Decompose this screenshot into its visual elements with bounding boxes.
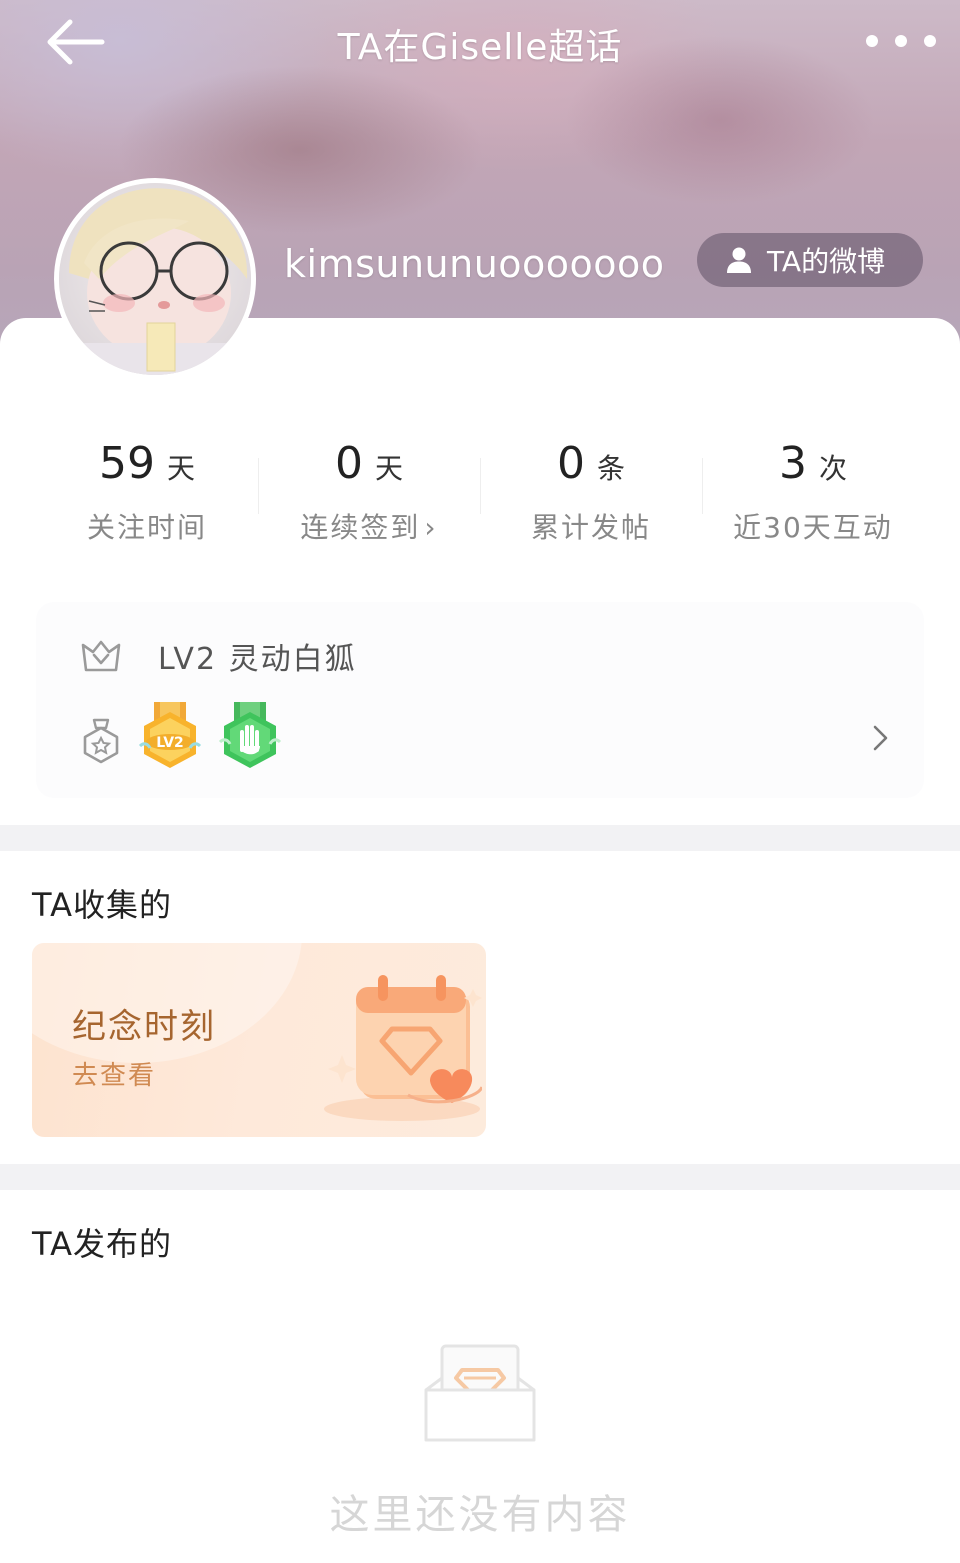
- section-divider: [0, 1164, 960, 1190]
- page-title: TA在Giselle超话: [337, 27, 623, 68]
- crown-level-icon: [81, 640, 121, 672]
- stat-interactions-30d: 3次 近30天互动: [702, 436, 924, 548]
- arrow-left-icon: [47, 19, 105, 65]
- ta-weibo-button[interactable]: TA的微博: [697, 233, 923, 287]
- posted-section-title: TA发布的: [32, 1225, 172, 1263]
- lv2-badge[interactable]: LV2: [138, 702, 202, 778]
- stat-follow-time: 59 天 关注时间: [36, 436, 258, 548]
- stat-checkin-streak[interactable]: 0天 连续签到 ›: [258, 436, 480, 548]
- memory-card-title: 纪念时刻: [72, 1007, 216, 1047]
- stat-label: 连续签到: [300, 511, 421, 544]
- hand-badge[interactable]: [218, 702, 282, 778]
- avatar[interactable]: [54, 178, 256, 380]
- badge-row: LV2: [80, 702, 282, 778]
- memory-card-link[interactable]: 去查看: [72, 1055, 156, 1092]
- level-badges-panel[interactable]: LV2 灵动白狐 LV2: [36, 602, 924, 798]
- top-bar: TA在Giselle超话: [0, 0, 960, 88]
- stat-label: 累计发帖: [530, 511, 651, 544]
- profile-card: 59 天 关注时间 0天 连续签到 › 0条 累计发帖 3次 近30天互动 LV2 …: [0, 318, 960, 825]
- stat-label: 近30天互动: [733, 511, 893, 544]
- stat-label: 关注时间: [86, 511, 207, 544]
- calendar-gift-icon: [324, 975, 482, 1121]
- svg-text:LV2: LV2: [156, 735, 184, 751]
- back-button[interactable]: [40, 14, 112, 70]
- chevron-right-icon[interactable]: [872, 724, 890, 752]
- memory-moments-card[interactable]: 纪念时刻 去查看: [32, 943, 486, 1137]
- ta-weibo-label: TA的微博: [767, 245, 886, 278]
- empty-box-icon: [424, 1344, 536, 1442]
- level-row: LV2 灵动白狐: [80, 634, 357, 678]
- empty-state-text: 这里还没有内容: [329, 1492, 631, 1538]
- medal-icon: [83, 718, 119, 764]
- chevron-right-icon: ›: [424, 511, 438, 544]
- username: kimsununuooooooo: [284, 242, 665, 286]
- section-divider: [0, 825, 960, 851]
- avatar-photo: [59, 183, 251, 375]
- stats-row: 59 天 关注时间 0天 连续签到 › 0条 累计发帖 3次 近30天互动: [36, 436, 924, 548]
- person-icon: [727, 247, 751, 273]
- more-dots-icon: [866, 35, 878, 47]
- stat-total-posts: 0条 累计发帖: [480, 436, 702, 548]
- level-label: LV2 灵动白狐: [158, 642, 357, 677]
- collected-section-title: TA收集的: [32, 886, 172, 924]
- more-options-button[interactable]: [866, 24, 936, 58]
- empty-state: 这里还没有内容: [0, 1340, 960, 1540]
